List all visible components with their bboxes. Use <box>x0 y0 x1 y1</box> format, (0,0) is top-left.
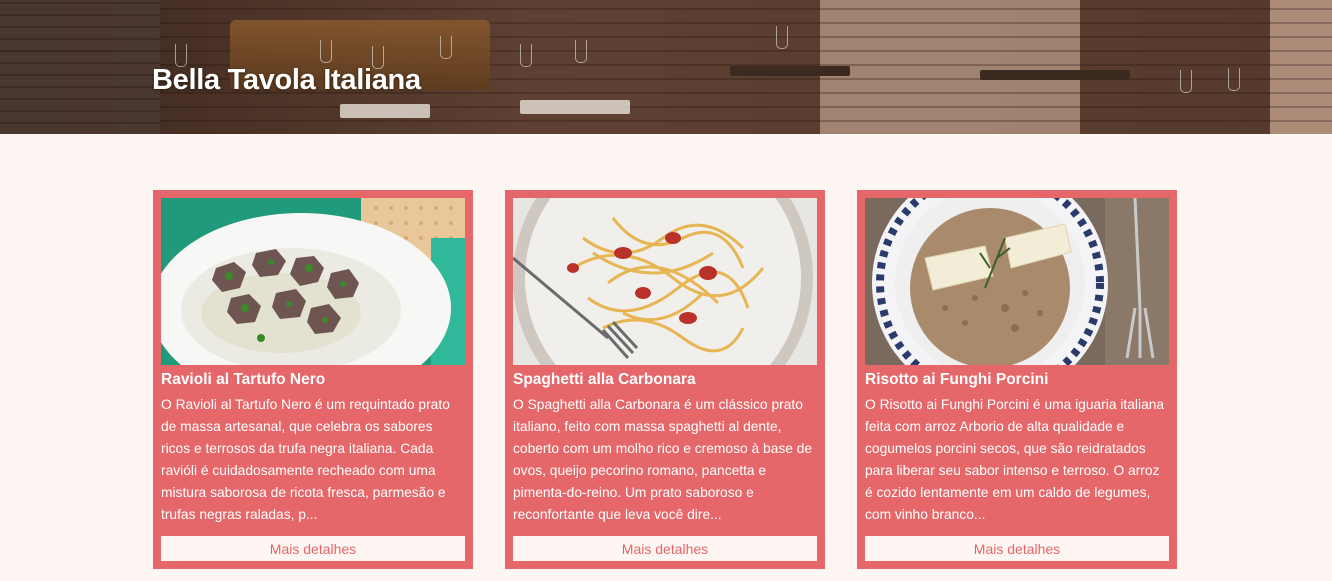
card-description: O Ravioli al Tartufo Nero é um requintad… <box>161 397 450 522</box>
hero-tablecloth <box>340 104 430 118</box>
hero-wall-right <box>1270 0 1332 134</box>
card-title: Risotto ai Funghi Porcini <box>865 371 1049 388</box>
risotto-dish-image <box>865 198 1169 365</box>
hero-table <box>730 66 850 76</box>
details-button[interactable]: Mais detalhes <box>513 536 817 561</box>
page-title: Bella Tavola Italiana <box>152 64 421 96</box>
hero-glass <box>520 44 532 67</box>
carbonara-dish-image <box>513 198 817 365</box>
hero-glass <box>320 40 332 63</box>
hero-glass <box>776 26 788 49</box>
hero-wall-left <box>0 0 160 134</box>
card-title: Spaghetti alla Carbonara <box>513 371 696 388</box>
card-description: O Spaghetti alla Carbonara é um clássico… <box>513 397 813 522</box>
details-button[interactable]: Mais detalhes <box>161 536 465 561</box>
hero-glass <box>575 40 587 63</box>
menu-card: Ravioli al Tartufo Nero O Ravioli al Tar… <box>153 190 473 569</box>
hero-brick-wall <box>820 0 1080 134</box>
hero-banner: Bella Tavola Italiana <box>0 0 1332 134</box>
menu-card: Spaghetti alla Carbonara O Spaghetti all… <box>505 190 825 569</box>
details-button[interactable]: Mais detalhes <box>865 536 1169 561</box>
menu-card: Risotto ai Funghi Porcini O Risotto ai F… <box>857 190 1177 569</box>
hero-glass <box>1180 70 1192 93</box>
card-title: Ravioli al Tartufo Nero <box>161 371 326 388</box>
card-description: O Risotto ai Funghi Porcini é uma iguari… <box>865 397 1165 522</box>
ravioli-dish-image <box>161 198 465 365</box>
hero-glass <box>440 36 452 59</box>
menu-card-list: Ravioli al Tartufo Nero O Ravioli al Tar… <box>153 190 1177 569</box>
hero-tablecloth <box>520 100 630 114</box>
hero-table <box>980 70 1130 80</box>
hero-glass <box>1228 68 1240 91</box>
